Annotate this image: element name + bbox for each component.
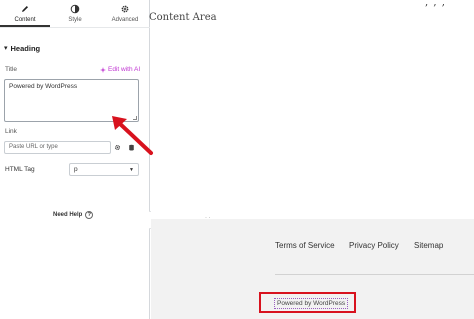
link-url-input[interactable]: Paste URL or type — [4, 141, 111, 154]
section-title: Heading — [10, 44, 41, 53]
tab-advanced-label: Advanced — [111, 17, 139, 23]
gear-icon — [121, 5, 129, 13]
footer-separator: · · — [205, 215, 211, 221]
link-options-button[interactable] — [111, 141, 124, 154]
link-url-placeholder: Paste URL or type — [9, 144, 58, 150]
link-field-label: Link — [5, 128, 17, 135]
html-tag-select[interactable]: p ▼ — [69, 163, 139, 176]
need-help-link[interactable]: Need Help ? — [53, 211, 94, 219]
title-field-label: Title — [5, 66, 18, 73]
dynamic-tags-button[interactable] — [125, 141, 138, 154]
edit-with-ai-link[interactable]: Edit with AI — [100, 66, 140, 73]
tab-style-label: Style — [68, 17, 82, 23]
contrast-icon — [70, 4, 80, 14]
html-tag-label: HTML Tag — [5, 166, 35, 173]
pencil-icon — [22, 6, 28, 12]
caret-down-icon: ▾ — [4, 45, 8, 52]
chevron-down-icon: ▼ — [129, 167, 134, 173]
highlight-box — [259, 292, 356, 313]
site-title-fragment: , , , — [425, 0, 446, 8]
database-icon — [129, 144, 134, 151]
tab-advanced[interactable]: Advanced — [100, 0, 150, 27]
sparkle-icon — [100, 66, 106, 73]
gear-icon — [114, 144, 121, 151]
tab-style[interactable]: Style — [50, 0, 100, 27]
content-area-heading: Content Area — [149, 12, 217, 23]
question-icon: ? — [85, 211, 94, 219]
footer-link-sitemap[interactable]: Sitemap — [414, 241, 443, 250]
tab-content[interactable]: Content — [0, 0, 50, 27]
need-help-label: Need Help — [53, 212, 83, 218]
title-textarea[interactable]: Powered by WordPress — [4, 79, 139, 122]
panel-tabs: Content Style Advanced — [0, 0, 150, 28]
resize-handle[interactable] — [133, 116, 137, 120]
heading-section-toggle[interactable]: ▾ Heading — [4, 44, 40, 53]
tab-content-label: Content — [14, 17, 36, 23]
footer-link-terms[interactable]: Terms of Service — [275, 241, 335, 250]
editor-panel: Content Style Advanced ▾ Heading Title E… — [0, 0, 150, 319]
footer-link-privacy[interactable]: Privacy Policy — [349, 241, 399, 250]
edit-with-ai-label: Edit with AI — [108, 66, 141, 73]
title-textarea-value: Powered by WordPress — [9, 83, 78, 90]
footer-divider — [275, 274, 474, 275]
html-tag-value: p — [74, 166, 78, 173]
